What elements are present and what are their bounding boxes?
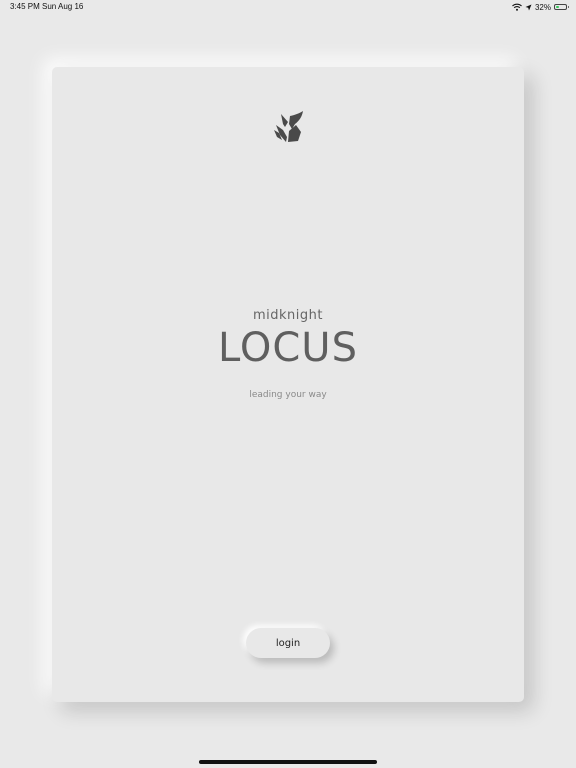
screen: 3:45 PM Sun Aug 16 32% midknight LOCUS l…: [0, 0, 576, 768]
battery-cap: [567, 6, 569, 8]
welcome-card: midknight LOCUS leading your way login: [52, 67, 524, 702]
battery-percent: 32%: [534, 2, 551, 12]
status-time: 3:45 PM: [10, 2, 40, 11]
battery-icon: [554, 4, 569, 10]
battery-fill: [556, 6, 559, 8]
status-date: Sun Aug 16: [42, 2, 84, 11]
status-bar: 3:45 PM Sun Aug 16 32%: [0, 0, 576, 14]
status-indicators: 32%: [512, 1, 569, 13]
app-title: LOCUS: [218, 325, 358, 371]
tagline: leading your way: [249, 390, 327, 400]
location-arrow-icon: [525, 4, 532, 10]
login-button[interactable]: login: [246, 628, 330, 658]
home-indicator[interactable]: [199, 760, 377, 764]
knight-helmet-icon: [274, 111, 303, 142]
wifi-icon: [512, 3, 522, 11]
brand-subtitle: midknight: [253, 308, 323, 323]
